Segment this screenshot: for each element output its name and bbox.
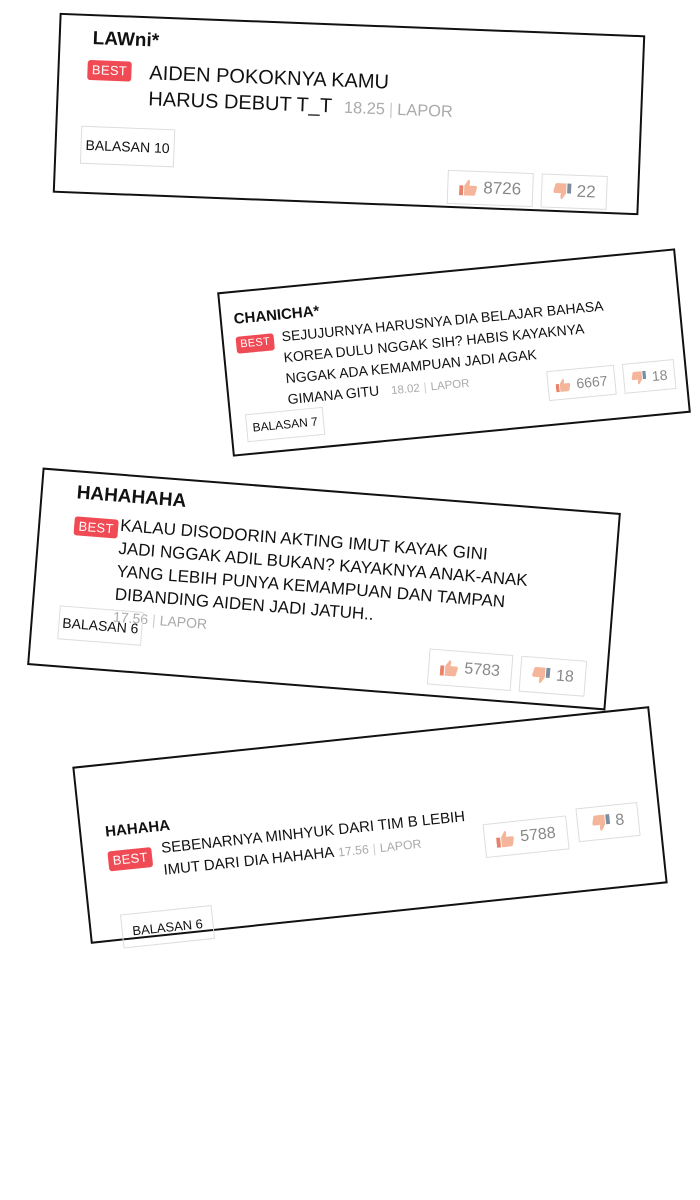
thumbs-down-icon [553, 183, 572, 200]
thumbs-down-icon [532, 666, 551, 684]
like-count: 6667 [575, 372, 609, 392]
replies-button[interactable]: BALASAN 7 [244, 406, 326, 443]
comment-card-4: HAHAHA BEST SEBENARNYA MINHYUK DARI TIM … [72, 706, 668, 949]
comment-meta: 17.56 | LAPOR [337, 836, 423, 860]
best-badge: BEST [87, 59, 132, 82]
thumbs-up-icon [496, 830, 515, 848]
dislike-count: 18 [651, 366, 669, 385]
comment-time: 18.02 [390, 382, 421, 398]
dislike-count: 18 [555, 667, 575, 686]
replies-button[interactable]: BALASAN 10 [79, 125, 176, 168]
replies-button[interactable]: BALASAN 6 [57, 605, 144, 646]
like-count: 5783 [463, 660, 501, 681]
dislike-button[interactable]: 22 [540, 173, 608, 210]
comment-meta: 18.25 | LAPOR [343, 98, 454, 121]
comment-card-2: CHANICHA* BEST SEJUJURNYA HARUSNYA DIA B… [217, 248, 691, 457]
thumbs-down-icon [631, 370, 646, 384]
comment-time: 18.25 [343, 98, 386, 119]
dislike-count: 22 [576, 181, 597, 202]
like-button[interactable]: 6667 [546, 364, 617, 402]
report-link[interactable]: LAPOR [379, 837, 422, 855]
dislike-button[interactable]: 8 [575, 801, 641, 843]
like-button[interactable]: 5783 [426, 648, 514, 691]
like-button[interactable]: 8726 [446, 169, 534, 208]
comment-meta: 18.02 | LAPOR [390, 377, 471, 398]
comment-card-1: LAWni* BEST AIDEN POKOKNYA KAMU HARUS DE… [52, 12, 646, 216]
thumbs-up-icon [555, 378, 571, 392]
comment-username: HAHAHAHA [75, 482, 188, 512]
comment-time: 17.56 [337, 842, 370, 860]
report-link[interactable]: LAPOR [159, 612, 208, 632]
best-badge: BEST [107, 847, 154, 872]
thumbs-down-icon [591, 813, 610, 831]
report-link[interactable]: LAPOR [430, 378, 470, 394]
report-link[interactable]: LAPOR [397, 101, 453, 121]
like-count: 8726 [482, 178, 522, 199]
best-badge: BEST [73, 516, 119, 539]
comment-text: KALAU DISODORIN AKTING IMUT KAYAK GINI J… [112, 514, 530, 661]
comment-text: AIDEN POKOKNYA KAMU HARUS DEBUT T_T 18.25… [148, 60, 454, 125]
comment-card-3: HAHAHAHA BEST KALAU DISODORIN AKTING IMU… [27, 467, 621, 711]
dislike-button[interactable]: 18 [518, 655, 588, 697]
like-button[interactable]: 5788 [482, 815, 570, 859]
best-badge: BEST [235, 333, 275, 354]
thumbs-up-icon [439, 660, 459, 677]
comment-text: SEBENARNYA MINHYUK DARI TIM B LEBIH IMUT… [160, 806, 468, 882]
replies-button[interactable]: BALASAN 6 [119, 905, 216, 949]
thumbs-up-icon [459, 179, 478, 196]
dislike-count: 8 [614, 811, 626, 830]
like-count: 5788 [519, 824, 557, 846]
comment-username: LAWni* [92, 28, 160, 52]
dislike-button[interactable]: 18 [621, 358, 677, 394]
